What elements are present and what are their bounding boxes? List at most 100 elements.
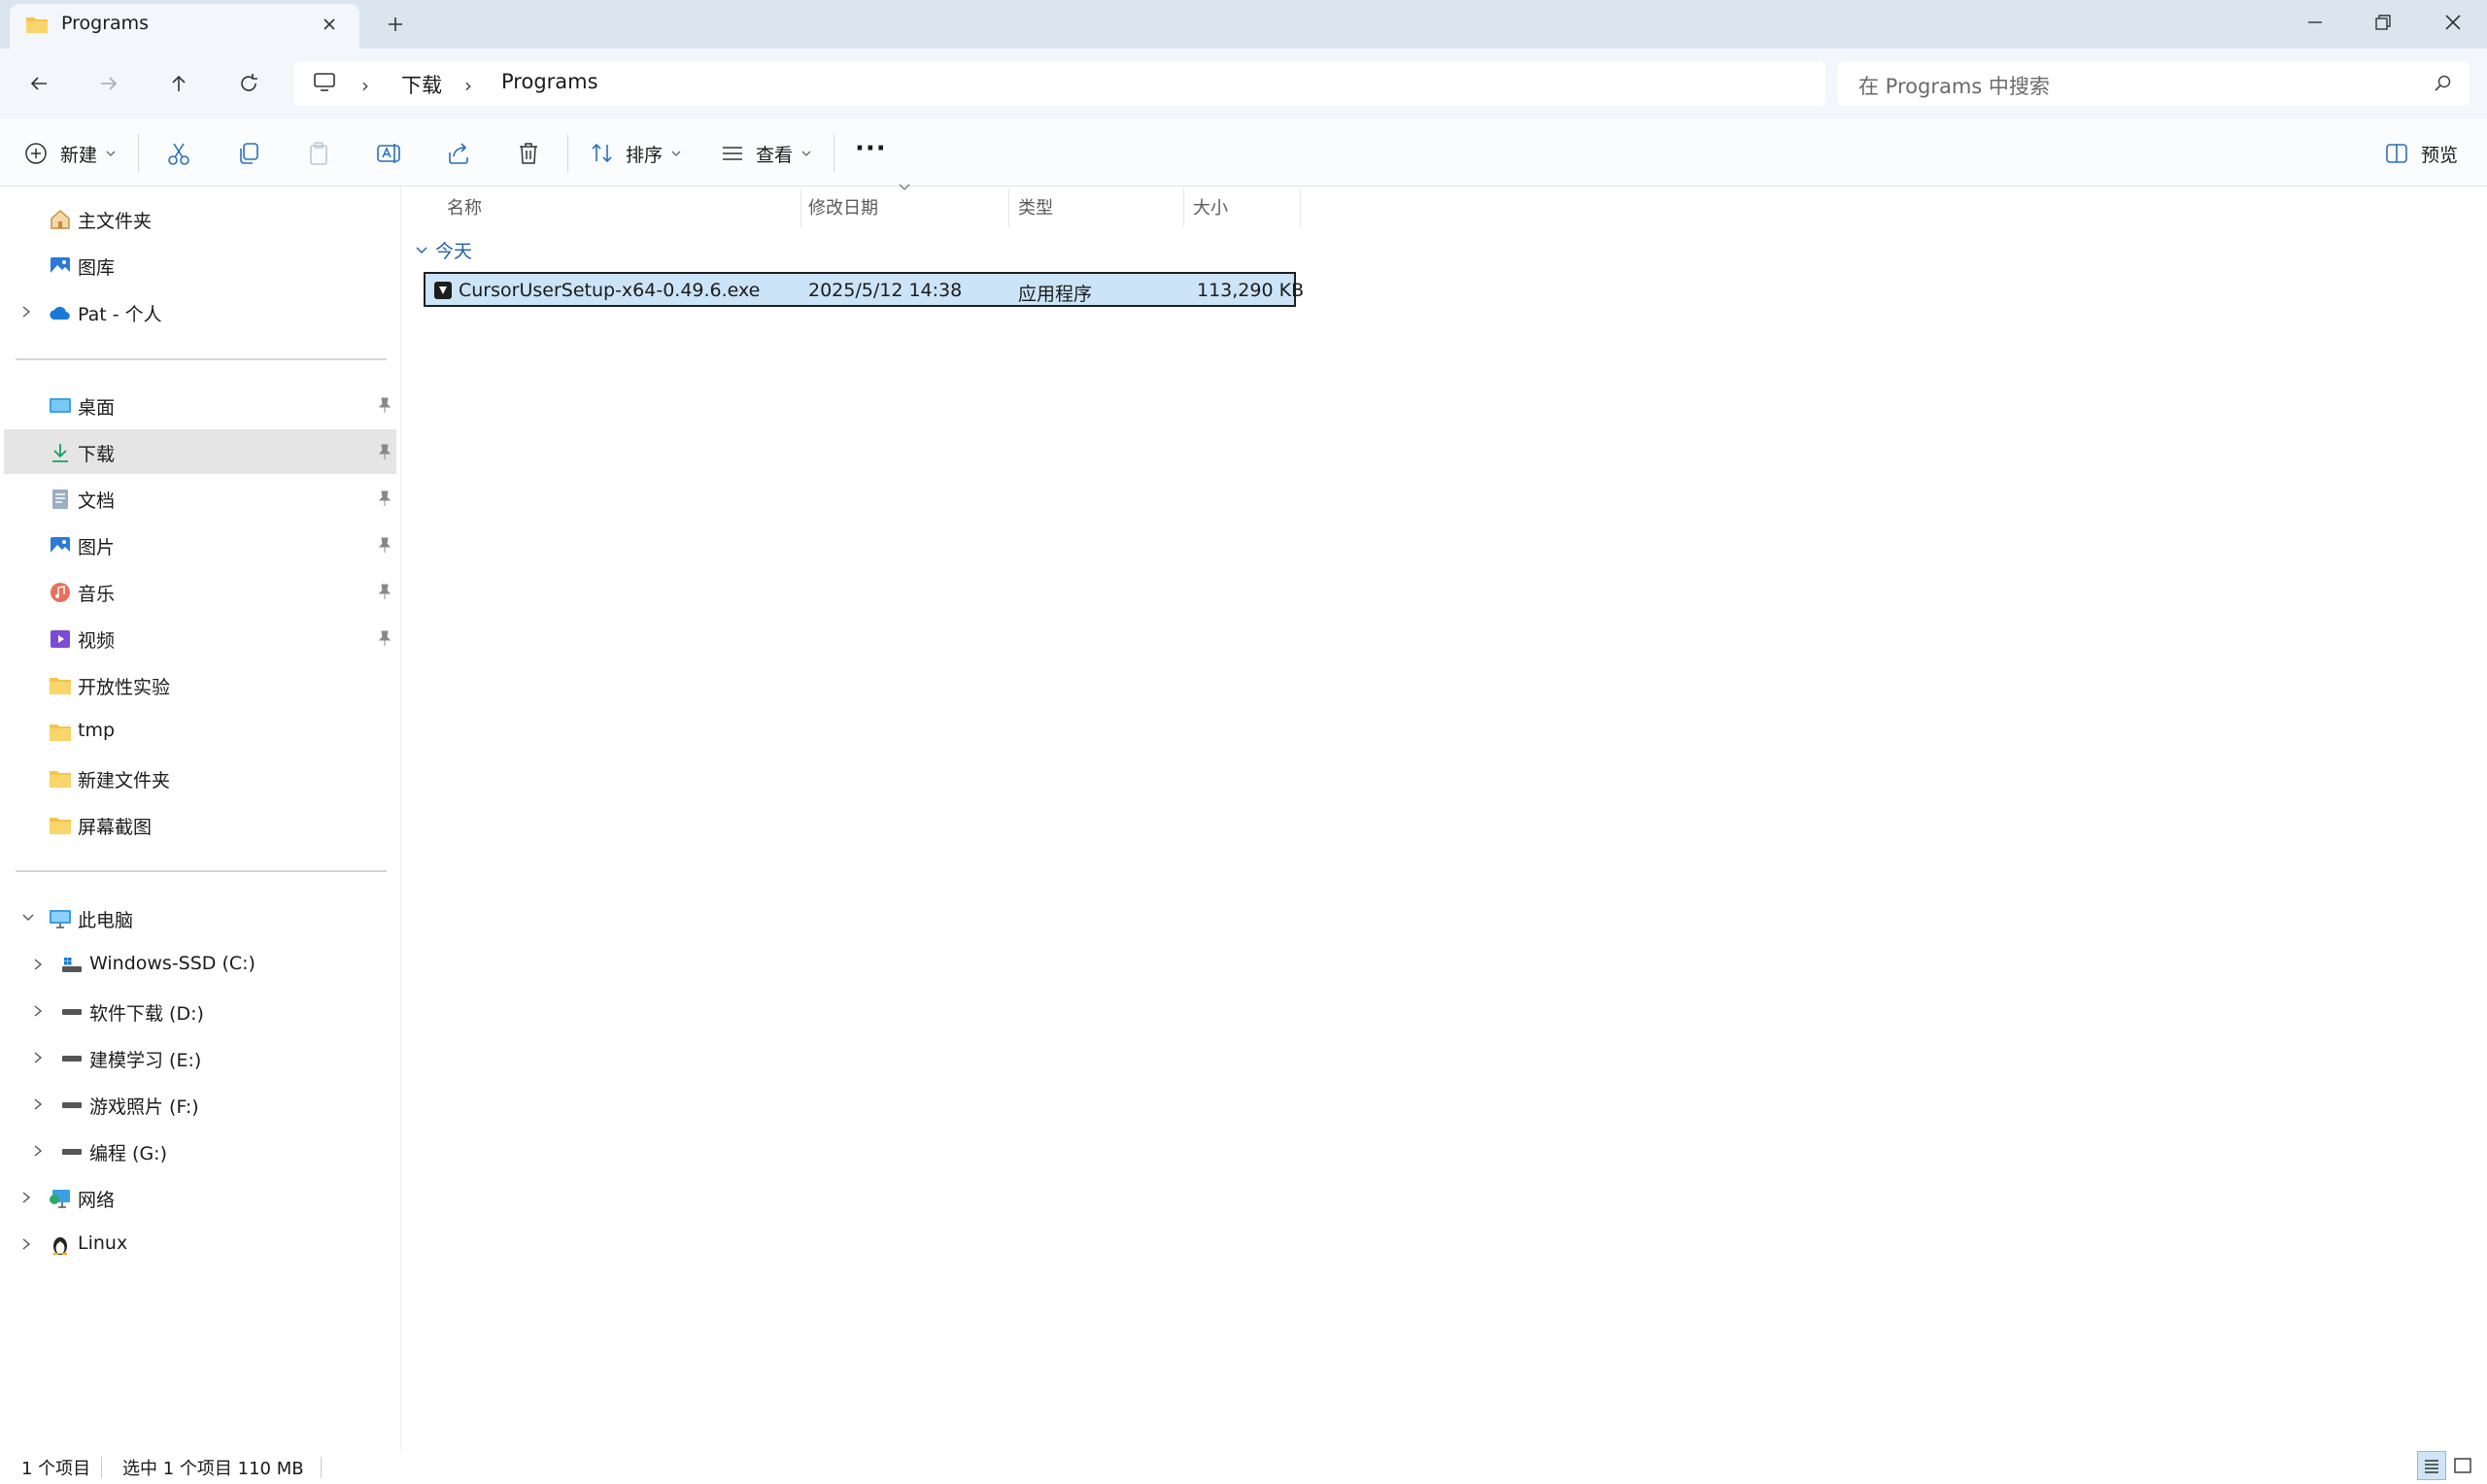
sidebar-item-folder-screenshots[interactable]: 屏幕截图 [4, 802, 396, 847]
up-icon[interactable] [161, 66, 196, 101]
sidebar-item-drive-g[interactable]: 编程 (G:) [4, 1129, 396, 1173]
restore-icon[interactable] [2370, 10, 2396, 35]
more-options-button[interactable]: ··· [855, 134, 887, 171]
this-pc-icon[interactable] [313, 72, 336, 93]
view-button[interactable]: 查看 [719, 136, 812, 171]
sidebar-item-label: 此电脑 [78, 910, 134, 931]
sidebar-item-downloads[interactable]: 下载 [4, 429, 396, 474]
status-bar [0, 1449, 2487, 1484]
pin-icon[interactable] [377, 583, 392, 600]
pin-icon[interactable] [377, 396, 392, 414]
pin-icon[interactable] [377, 629, 392, 647]
chevron-right-icon[interactable] [31, 1096, 45, 1113]
forward-icon[interactable] [91, 66, 126, 101]
column-divider[interactable] [1300, 188, 1301, 227]
rename-button[interactable] [375, 136, 402, 171]
sidebar-item-drive-e[interactable]: 建模学习 (E:) [4, 1035, 396, 1080]
sidebar-item-label: tmp [78, 720, 116, 741]
sidebar-item-documents[interactable]: 文档 [4, 476, 396, 521]
column-header-size[interactable]: 大小 [1193, 194, 1228, 219]
new-tab-icon[interactable] [383, 12, 408, 37]
column-header-name[interactable]: 名称 [447, 194, 482, 219]
search-icon[interactable] [2433, 73, 2454, 94]
sidebar-item-linux[interactable]: Linux [4, 1222, 396, 1266]
new-button[interactable]: 新建 [23, 136, 117, 171]
close-window-icon[interactable] [2438, 8, 2468, 37]
minimize-icon[interactable] [2302, 10, 2328, 35]
paste-button[interactable] [305, 136, 332, 171]
file-row[interactable]: CursorUserSetup-x64-0.49.6.exe 2025/5/12… [424, 272, 1304, 307]
preview-pane-icon [2386, 144, 2407, 163]
folder-icon [49, 768, 72, 790]
delete-button[interactable] [515, 136, 542, 171]
sidebar-item-music[interactable]: 音乐 [4, 569, 396, 614]
sidebar-item-gallery[interactable]: 图库 [4, 243, 396, 287]
chevron-down-icon [671, 151, 681, 156]
network-icon [49, 1188, 72, 1209]
tiles-view-icon[interactable] [2452, 1455, 2473, 1476]
sidebar-item-drive-d[interactable]: 软件下载 (D:) [4, 989, 396, 1033]
pin-icon[interactable] [377, 489, 392, 507]
sidebar-item-this-pc[interactable]: 此电脑 [4, 895, 396, 940]
sidebar-item-label: 建模学习 (E:) [89, 1050, 202, 1071]
download-icon [49, 442, 72, 463]
sidebar-item-folder-open-lab[interactable]: 开放性实验 [4, 662, 396, 707]
group-header-today[interactable]: 今天 [414, 237, 472, 263]
drive-icon [60, 1048, 84, 1069]
paste-icon [310, 142, 327, 165]
sidebar-item-drive-c[interactable]: Windows-SSD (C:) [4, 942, 396, 987]
sidebar-item-drive-f[interactable]: 游戏照片 (F:) [4, 1082, 396, 1127]
sidebar-item-label: 网络 [78, 1190, 116, 1211]
more-label: ··· [855, 134, 887, 163]
chevron-right-icon[interactable] [31, 1049, 45, 1066]
chevron-right-icon[interactable] [31, 1142, 45, 1160]
chevron-down-icon[interactable] [19, 909, 37, 927]
close-tab-icon[interactable] [317, 12, 342, 37]
rename-icon [377, 144, 400, 163]
chevron-right-icon[interactable] [31, 1002, 45, 1020]
sidebar-item-label: 图片 [78, 537, 116, 558]
chevron-right-icon[interactable] [19, 1235, 33, 1253]
sort-button[interactable]: 排序 [589, 136, 682, 171]
share-button[interactable] [445, 136, 472, 171]
column-header-date[interactable]: 修改日期 [808, 194, 878, 219]
sidebar-item-folder-tmp[interactable]: tmp [4, 709, 396, 754]
chevron-right-icon[interactable]: › [464, 74, 472, 97]
sidebar-item-onedrive[interactable]: Pat - 个人 [4, 289, 396, 334]
sidebar-item-label: 游戏照片 (F:) [89, 1096, 199, 1118]
sidebar-item-network[interactable]: 网络 [4, 1175, 396, 1220]
drive-icon [60, 1095, 84, 1116]
chevron-right-icon[interactable] [31, 956, 45, 973]
divider [16, 870, 387, 872]
pin-icon[interactable] [377, 443, 392, 460]
chevron-right-icon[interactable] [19, 303, 33, 320]
chevron-right-icon[interactable]: › [361, 74, 369, 97]
sidebar-item-pictures[interactable]: 图片 [4, 523, 396, 567]
column-divider[interactable] [1183, 188, 1184, 227]
sidebar-item-desktop[interactable]: 桌面 [4, 383, 396, 427]
breadcrumb-programs[interactable]: Programs [501, 70, 598, 93]
details-view-icon[interactable] [2417, 1451, 2446, 1480]
onedrive-cloud-icon [49, 302, 72, 323]
status-selected: 选中 1 个项目 110 MB [122, 1459, 304, 1479]
file-size: 113,290 KB [1197, 280, 1305, 301]
pin-icon[interactable] [377, 536, 392, 554]
copy-button[interactable] [235, 136, 262, 171]
refresh-icon[interactable] [231, 66, 266, 101]
divider [567, 134, 568, 173]
column-divider[interactable] [1008, 188, 1009, 227]
chevron-right-icon[interactable] [19, 1189, 33, 1206]
sidebar-item-videos[interactable]: 视频 [4, 616, 396, 660]
view-list-icon [723, 147, 742, 160]
search-placeholder: 在 Programs 中搜索 [1858, 75, 2050, 98]
column-header-type[interactable]: 类型 [1018, 194, 1053, 219]
breadcrumb-downloads[interactable]: 下载 [401, 70, 442, 99]
group-label: 今天 [435, 241, 473, 262]
preview-button[interactable]: 预览 [2384, 136, 2458, 171]
back-icon[interactable] [21, 66, 56, 101]
pane-divider[interactable] [400, 186, 401, 1449]
sidebar-item-home[interactable]: 主文件夹 [4, 196, 396, 241]
cut-button[interactable] [165, 136, 192, 171]
sidebar-item-label: Pat - 个人 [78, 304, 162, 325]
sidebar-item-folder-new[interactable]: 新建文件夹 [4, 756, 396, 800]
